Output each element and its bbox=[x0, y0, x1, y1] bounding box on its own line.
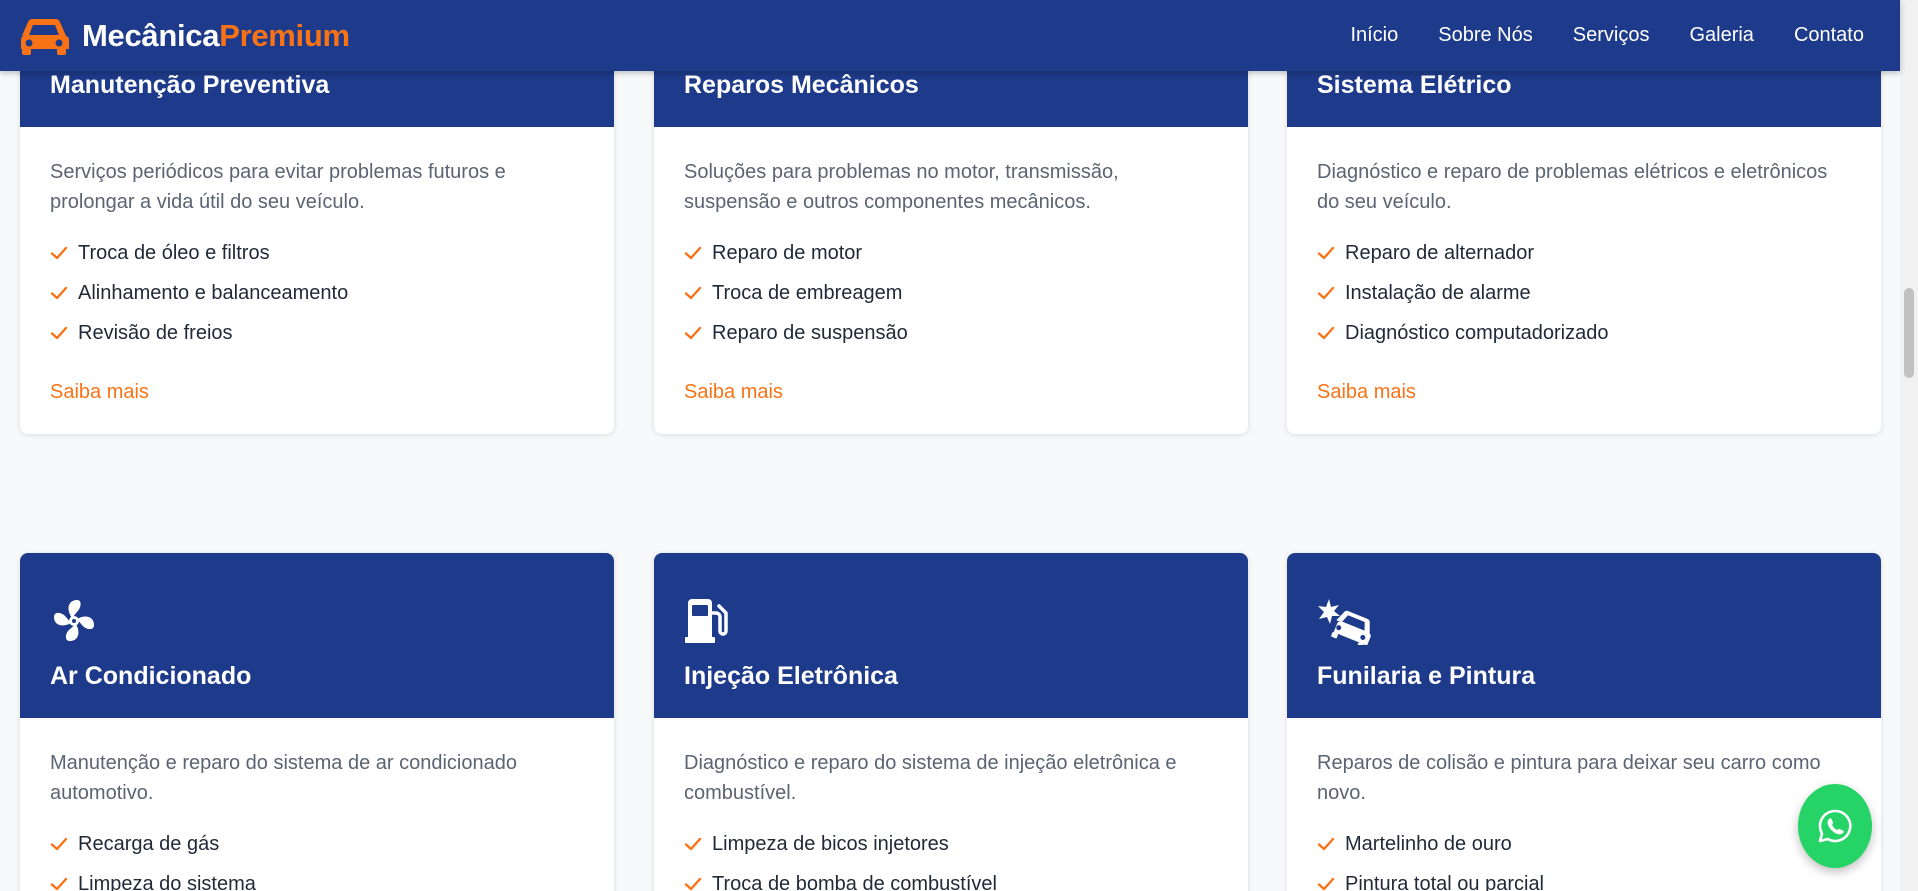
brand-name: MecânicaPremium bbox=[82, 18, 350, 54]
card-body: Diagnóstico e reparo do sistema de injeç… bbox=[654, 718, 1248, 891]
list-item: Troca de bomba de combustível bbox=[684, 864, 1218, 891]
card-description: Reparos de colisão e pintura para deixar… bbox=[1317, 752, 1821, 804]
service-card-injecao: Injeção Eletrônica Diagnóstico e reparo … bbox=[654, 553, 1248, 891]
list-item: Troca de embreagem bbox=[684, 273, 1218, 313]
card-feature-list: Martelinho de ouro Pintura total ou parc… bbox=[1317, 824, 1851, 891]
nav-item-galeria[interactable]: Galeria bbox=[1689, 24, 1753, 47]
top-navbar: MecânicaPremium Início Sobre Nós Serviço… bbox=[0, 0, 1900, 71]
list-item-label: Troca de embreagem bbox=[712, 282, 903, 304]
list-item: Pintura total ou parcial bbox=[1317, 864, 1851, 891]
scrollbar-thumb[interactable] bbox=[1904, 288, 1914, 378]
list-item-label: Reparo de alternador bbox=[1345, 242, 1535, 264]
card-feature-list: Reparo de alternador Instalação de alarm… bbox=[1317, 233, 1851, 353]
card-body: Reparos de colisão e pintura para deixar… bbox=[1287, 718, 1881, 891]
check-icon bbox=[684, 286, 702, 300]
brand-name-part1: Mecânica bbox=[82, 17, 220, 53]
card-body: Diagnóstico e reparo de problemas elétri… bbox=[1287, 127, 1881, 434]
card-body: Serviços periódicos para evitar problema… bbox=[20, 127, 614, 434]
card-header: Ar Condicionado bbox=[20, 553, 614, 718]
saiba-mais-link[interactable]: Saiba mais bbox=[684, 381, 783, 404]
list-item-label: Limpeza de bicos injetores bbox=[712, 833, 949, 855]
card-title: Ar Condicionado bbox=[50, 662, 252, 690]
page-scrollbar[interactable] bbox=[1900, 0, 1918, 891]
brand-name-part2: Premium bbox=[219, 17, 350, 53]
card-title: Funilaria e Pintura bbox=[1317, 662, 1536, 690]
card-title: Injeção Eletrônica bbox=[684, 662, 898, 690]
list-item-label: Pintura total ou parcial bbox=[1345, 873, 1545, 891]
card-description: Manutenção e reparo do sistema de ar con… bbox=[50, 752, 517, 804]
card-feature-list: Reparo de motor Troca de embreagem Repar… bbox=[684, 233, 1218, 353]
list-item: Alinhamento e balanceamento bbox=[50, 273, 584, 313]
check-icon bbox=[1317, 877, 1335, 891]
check-icon bbox=[50, 246, 68, 260]
list-item-label: Reparo de suspensão bbox=[712, 322, 908, 344]
card-header: Funilaria e Pintura bbox=[1287, 553, 1881, 718]
list-item: Reparo de suspensão bbox=[684, 313, 1218, 353]
whatsapp-icon bbox=[1818, 809, 1852, 843]
list-item-label: Revisão de freios bbox=[78, 322, 233, 344]
service-card-ar-condicionado: Ar Condicionado Manutenção e reparo do s… bbox=[20, 553, 614, 891]
check-icon bbox=[1317, 837, 1335, 851]
saiba-mais-link[interactable]: Saiba mais bbox=[1317, 381, 1416, 404]
check-icon bbox=[684, 837, 702, 851]
check-icon bbox=[50, 877, 68, 891]
list-item-label: Martelinho de ouro bbox=[1345, 833, 1512, 855]
check-icon bbox=[50, 326, 68, 340]
list-item: Recarga de gás bbox=[50, 824, 584, 864]
gas-pump-icon bbox=[685, 599, 728, 643]
card-header: Injeção Eletrônica bbox=[654, 553, 1248, 718]
nav-item-inicio[interactable]: Início bbox=[1350, 24, 1398, 47]
car-icon bbox=[20, 18, 70, 55]
nav-item-sobre-nos[interactable]: Sobre Nós bbox=[1438, 24, 1533, 47]
list-item: Martelinho de ouro bbox=[1317, 824, 1851, 864]
car-crash-icon bbox=[1318, 599, 1371, 645]
card-title: Manutenção Preventiva bbox=[50, 71, 330, 99]
list-item-label: Recarga de gás bbox=[78, 833, 220, 855]
service-card-funilaria: Funilaria e Pintura Reparos de colisão e… bbox=[1287, 553, 1881, 891]
saiba-mais-link[interactable]: Saiba mais bbox=[50, 381, 149, 404]
card-feature-list: Limpeza de bicos injetores Troca de bomb… bbox=[684, 824, 1218, 891]
list-item: Reparo de alternador bbox=[1317, 233, 1851, 273]
list-item: Revisão de freios bbox=[50, 313, 584, 353]
list-item: Reparo de motor bbox=[684, 233, 1218, 273]
check-icon bbox=[684, 877, 702, 891]
list-item-label: Diagnóstico computadorizado bbox=[1345, 322, 1609, 344]
card-description: Serviços periódicos para evitar problema… bbox=[50, 161, 506, 213]
check-icon bbox=[50, 837, 68, 851]
list-item-label: Troca de bomba de combustível bbox=[712, 873, 997, 891]
card-description: Soluções para problemas no motor, transm… bbox=[684, 161, 1119, 213]
card-body: Manutenção e reparo do sistema de ar con… bbox=[20, 718, 614, 891]
check-icon bbox=[1317, 286, 1335, 300]
list-item: Troca de óleo e filtros bbox=[50, 233, 584, 273]
card-title: Reparos Mecânicos bbox=[684, 71, 919, 99]
list-item-label: Instalação de alarme bbox=[1345, 282, 1531, 304]
card-feature-list: Troca de óleo e filtros Alinhamento e ba… bbox=[50, 233, 584, 353]
card-feature-list: Recarga de gás Limpeza do sistema bbox=[50, 824, 584, 891]
list-item: Limpeza do sistema bbox=[50, 864, 584, 891]
whatsapp-button[interactable] bbox=[1798, 784, 1872, 868]
list-item-label: Limpeza do sistema bbox=[78, 873, 256, 891]
list-item-label: Troca de óleo e filtros bbox=[78, 242, 270, 264]
list-item-label: Alinhamento e balanceamento bbox=[78, 282, 349, 304]
list-item-label: Reparo de motor bbox=[712, 242, 863, 264]
fan-icon bbox=[54, 599, 94, 641]
nav-item-contato[interactable]: Contato bbox=[1794, 24, 1864, 47]
nav-menu: Início Sobre Nós Serviços Galeria Contat… bbox=[1310, 24, 1864, 47]
card-description: Diagnóstico e reparo do sistema de injeç… bbox=[684, 752, 1177, 804]
check-icon bbox=[50, 286, 68, 300]
card-body: Soluções para problemas no motor, transm… bbox=[654, 127, 1248, 434]
brand-logo-link[interactable]: MecânicaPremium bbox=[18, 16, 350, 56]
check-icon bbox=[684, 246, 702, 260]
nav-item-servicos[interactable]: Serviços bbox=[1573, 24, 1650, 47]
card-title: Sistema Elétrico bbox=[1317, 71, 1512, 99]
check-icon bbox=[684, 326, 702, 340]
list-item: Diagnóstico computadorizado bbox=[1317, 313, 1851, 353]
check-icon bbox=[1317, 326, 1335, 340]
list-item: Instalação de alarme bbox=[1317, 273, 1851, 313]
list-item: Limpeza de bicos injetores bbox=[684, 824, 1218, 864]
card-description: Diagnóstico e reparo de problemas elétri… bbox=[1317, 161, 1828, 213]
check-icon bbox=[1317, 246, 1335, 260]
